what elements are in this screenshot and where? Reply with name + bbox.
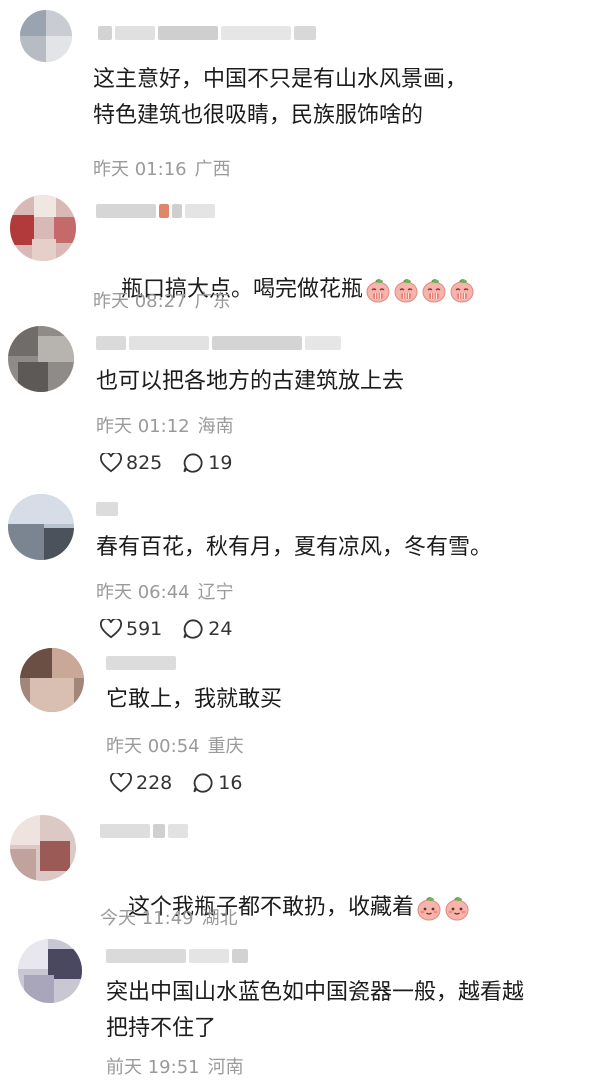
comment-location: 河南 <box>207 1057 244 1078</box>
speech-bubble-icon <box>183 619 203 639</box>
comment-time: 昨天 01:16 <box>93 159 187 180</box>
reply-button[interactable]: 19 <box>182 452 232 474</box>
like-count: 228 <box>136 772 173 794</box>
comment-location: 重庆 <box>207 736 244 757</box>
peach-pleading-emoji <box>366 279 390 303</box>
comment-meta: 昨天 01:16 广西 <box>93 155 231 181</box>
comment-stats: 591 24 <box>100 618 252 640</box>
comment-stats: 228 16 <box>110 772 262 794</box>
comment-text: 它敢上，我就敢买 <box>106 687 283 712</box>
like-button[interactable]: 591 <box>100 618 162 640</box>
comment-time: 前天 19:51 <box>106 1057 200 1078</box>
comment-location: 海南 <box>197 416 234 437</box>
peach-shy-emoji <box>417 897 441 921</box>
reply-button[interactable]: 16 <box>192 772 242 794</box>
comment-item: 这个我瓶子都不敢扔，收藏着 今天 11:49 湖北 <box>0 810 591 935</box>
comment-item: 春有百花，秋有月，夏有凉风，冬有雪。 昨天 06:44 辽宁 591 24 <box>0 490 591 640</box>
reply-count: 16 <box>218 772 243 794</box>
reply-count: 24 <box>208 618 233 640</box>
like-count: 591 <box>126 618 163 640</box>
username-blurred[interactable] <box>106 945 248 967</box>
avatar[interactable] <box>20 648 84 712</box>
heart-icon <box>100 619 122 639</box>
comment-location: 广西 <box>194 159 231 180</box>
heart-icon <box>110 773 132 793</box>
speech-bubble-icon <box>183 453 203 473</box>
comment-time: 昨天 06:44 <box>96 582 190 603</box>
avatar[interactable] <box>10 195 76 261</box>
avatar[interactable] <box>8 494 74 560</box>
peach-pleading-emoji <box>422 279 446 303</box>
comment-item: 它敢上，我就敢买 昨天 00:54 重庆 228 16 <box>0 640 591 810</box>
comment-location: 湖北 <box>201 908 238 929</box>
comment-meta: 昨天 06:44 辽宁 <box>96 578 234 604</box>
username-blurred[interactable] <box>98 22 316 44</box>
username-blurred[interactable] <box>96 498 118 520</box>
peach-pleading-emoji <box>450 279 474 303</box>
avatar[interactable] <box>20 10 72 62</box>
heart-icon <box>100 453 122 473</box>
peach-shy-emoji <box>445 897 469 921</box>
username-blurred[interactable] <box>100 820 188 842</box>
comment-time: 昨天 01:12 <box>96 416 190 437</box>
like-count: 825 <box>126 452 163 474</box>
reply-button[interactable]: 24 <box>182 618 232 640</box>
comment-item: 也可以把各地方的古建筑放上去 昨天 01:12 海南 825 19 <box>0 320 591 490</box>
comment-text: 也可以把各地方的古建筑放上去 <box>96 369 405 394</box>
comment-text: 突出中国山水蓝色如中国瓷器一般，越看越 把持不住了 <box>106 980 525 1041</box>
username-blurred[interactable] <box>96 200 215 222</box>
peach-pleading-emoji <box>394 279 418 303</box>
comment-time: 昨天 00:54 <box>106 736 200 757</box>
username-blurred[interactable] <box>96 332 341 354</box>
comment-item: 瓶口搞大点。喝完做花瓶 昨天 08:27 广东 <box>0 190 591 320</box>
comment-location: 辽宁 <box>197 582 234 603</box>
like-button[interactable]: 228 <box>110 772 172 794</box>
comment-text: 这主意好，中国不只是有山水风景画， 特色建筑也很吸睛，民族服饰啥的 <box>93 67 468 128</box>
username-blurred[interactable] <box>106 652 176 674</box>
reply-count: 19 <box>208 452 233 474</box>
comment-meta: 前天 19:51 河南 <box>106 1053 244 1079</box>
comment-meta: 昨天 01:12 海南 <box>96 412 234 438</box>
like-button[interactable]: 825 <box>100 452 162 474</box>
comment-time: 昨天 08:27 <box>93 291 187 312</box>
emoji-row <box>414 895 470 921</box>
speech-bubble-icon <box>193 773 213 793</box>
avatar[interactable] <box>18 939 82 1003</box>
comment-item: 突出中国山水蓝色如中国瓷器一般，越看越 把持不住了 前天 19:51 河南 <box>0 935 591 1084</box>
comment-text: 春有百花，秋有月，夏有凉风，冬有雪。 <box>96 535 493 560</box>
comment-stats: 825 19 <box>100 452 252 474</box>
emoji-row <box>363 277 475 303</box>
avatar[interactable] <box>10 815 76 881</box>
comment-meta: 今天 11:49 湖北 <box>100 904 238 930</box>
comment-meta: 昨天 08:27 广东 <box>93 287 231 313</box>
avatar[interactable] <box>8 326 74 392</box>
comment-time: 今天 11:49 <box>100 908 194 929</box>
comment-location: 广东 <box>194 291 231 312</box>
comment-item: 这主意好，中国不只是有山水风景画， 特色建筑也很吸睛，民族服饰啥的 昨天 01:… <box>0 0 591 190</box>
comment-meta: 昨天 00:54 重庆 <box>106 732 244 758</box>
